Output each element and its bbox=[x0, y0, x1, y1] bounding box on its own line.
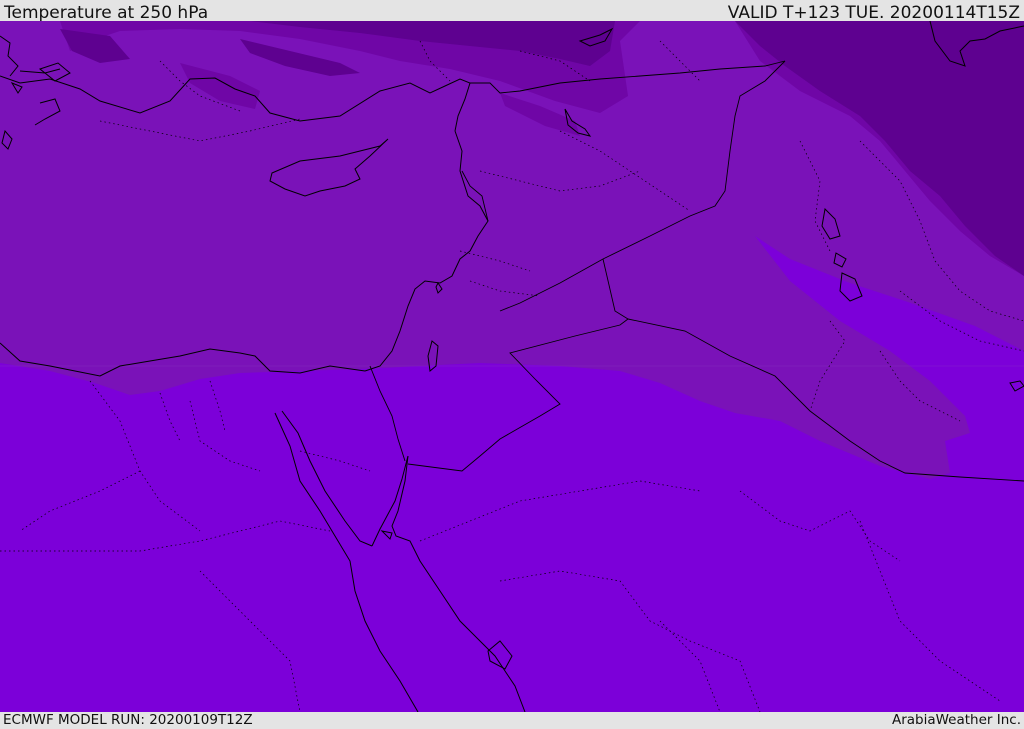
map-canvas bbox=[0, 21, 1024, 712]
model-run-label: ECMWF MODEL RUN: 20200109T12Z bbox=[3, 712, 253, 728]
valid-time-label: VALID T+123 TUE. 20200114T15Z bbox=[727, 3, 1020, 23]
weather-map[interactable] bbox=[0, 21, 1024, 712]
footer-bar: ECMWF MODEL RUN: 20200109T12Z ArabiaWeat… bbox=[0, 712, 1024, 729]
header-bar: Temperature at 250 hPa VALID T+123 TUE. … bbox=[0, 0, 1024, 23]
credit-label: ArabiaWeather Inc. bbox=[891, 712, 1021, 728]
map-title: Temperature at 250 hPa bbox=[4, 3, 209, 23]
